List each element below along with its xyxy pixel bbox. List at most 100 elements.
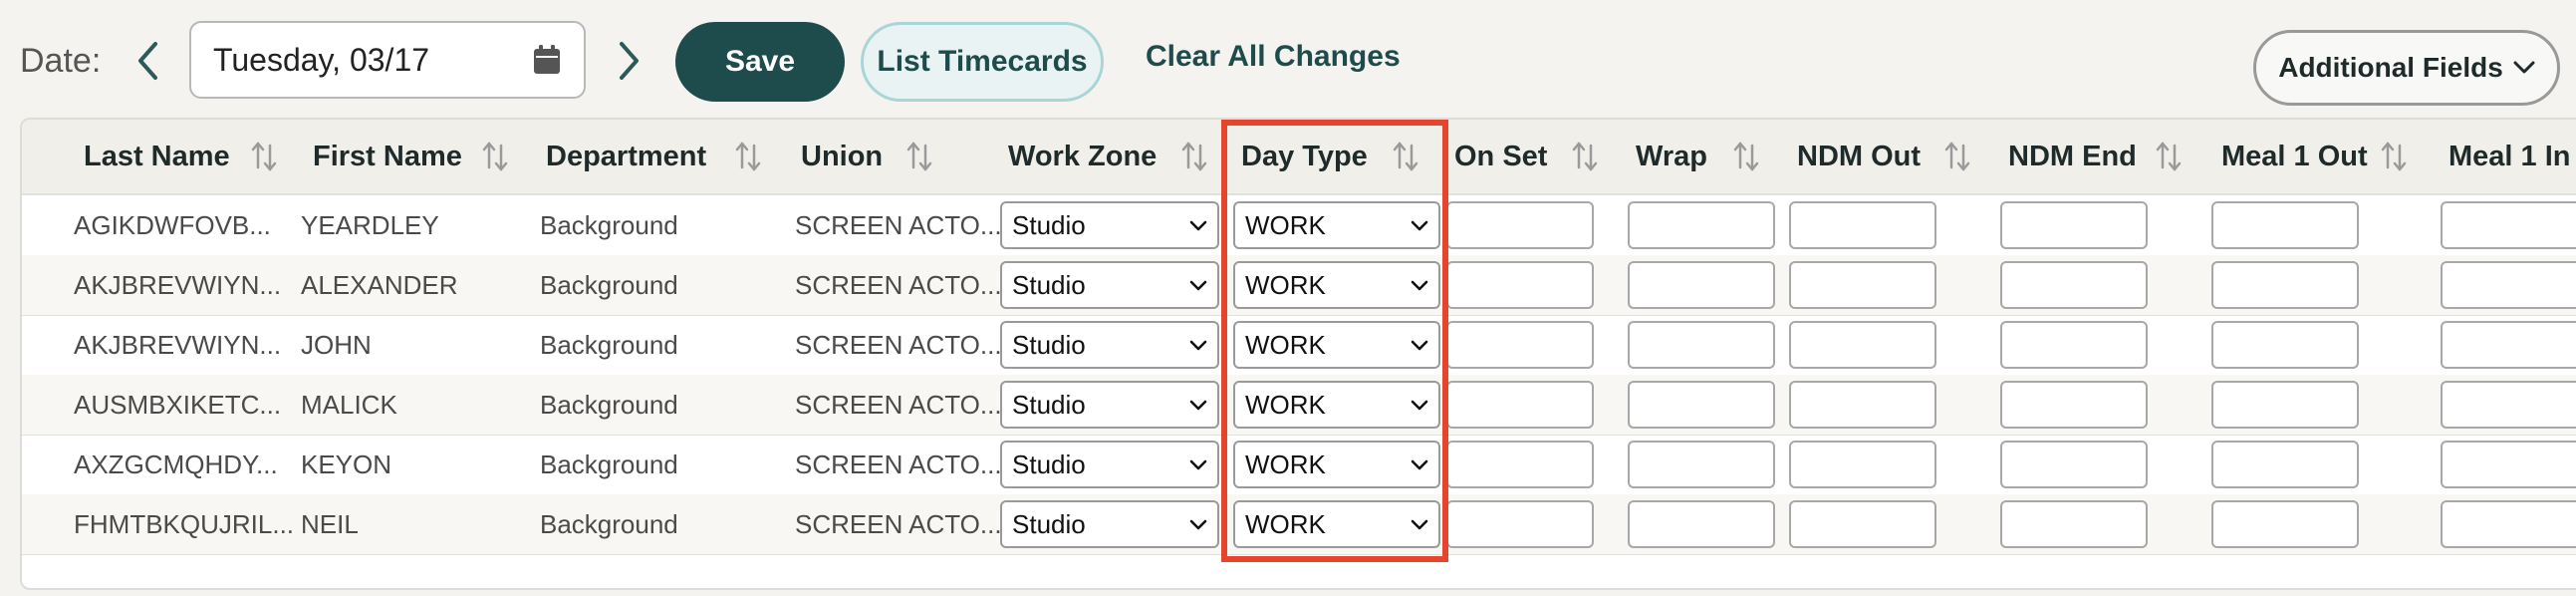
- column-header-ndm-end[interactable]: NDM End: [2008, 120, 2137, 193]
- cell-department: Background: [540, 329, 678, 360]
- ndm-end-input[interactable]: [2000, 261, 2148, 309]
- column-header-first-name[interactable]: First Name: [313, 120, 462, 193]
- day-type-value: WORK: [1245, 448, 1326, 479]
- ndm-out-input[interactable]: [1789, 261, 1936, 309]
- sort-icon[interactable]: [1179, 140, 1209, 173]
- on-set-input[interactable]: [1446, 201, 1594, 249]
- work-zone-select[interactable]: Studio: [1000, 321, 1219, 369]
- cell-union: SCREEN ACTO...: [795, 329, 1002, 360]
- calendar-icon[interactable]: [532, 44, 562, 76]
- work-zone-value: Studio: [1012, 329, 1086, 360]
- previous-day-button[interactable]: [128, 38, 167, 84]
- meal-1-in-input[interactable]: [2441, 261, 2576, 309]
- column-header-meal-1-in[interactable]: Meal 1 In: [2448, 120, 2571, 193]
- day-type-value: WORK: [1245, 389, 1326, 420]
- on-set-input[interactable]: [1446, 321, 1594, 369]
- ndm-out-input[interactable]: [1789, 321, 1936, 369]
- meal-1-in-input[interactable]: [2441, 381, 2576, 429]
- sort-icon[interactable]: [1391, 140, 1420, 173]
- column-header-work-zone[interactable]: Work Zone: [1008, 120, 1157, 193]
- next-day-button[interactable]: [610, 38, 649, 84]
- clear-all-changes-button[interactable]: Clear All Changes: [1146, 40, 1401, 74]
- ndm-end-input[interactable]: [2000, 441, 2148, 488]
- on-set-input[interactable]: [1446, 381, 1594, 429]
- column-header-day-type[interactable]: Day Type: [1241, 120, 1368, 193]
- date-picker-field[interactable]: Tuesday, 03/17: [189, 21, 586, 99]
- ndm-out-input[interactable]: [1789, 441, 1936, 488]
- meal-1-out-input[interactable]: [2211, 381, 2359, 429]
- column-header-meal-1-out[interactable]: Meal 1 Out: [2221, 120, 2368, 193]
- meal-1-in-input[interactable]: [2441, 441, 2576, 488]
- ndm-end-input[interactable]: [2000, 321, 2148, 369]
- work-zone-select[interactable]: Studio: [1000, 381, 1219, 429]
- ndm-end-input[interactable]: [2000, 201, 2148, 249]
- day-type-select[interactable]: WORK: [1233, 441, 1440, 488]
- cell-last-name: AGIKDWFOVB...: [74, 209, 271, 240]
- column-header-last-name[interactable]: Last Name: [84, 120, 230, 193]
- chevron-down-icon: [1411, 280, 1428, 291]
- ndm-end-input[interactable]: [2000, 381, 2148, 429]
- wrap-input[interactable]: [1628, 500, 1775, 548]
- column-header-department[interactable]: Department: [546, 120, 706, 193]
- ndm-out-input[interactable]: [1789, 381, 1936, 429]
- work-zone-value: Studio: [1012, 209, 1086, 240]
- meal-1-in-input[interactable]: [2441, 201, 2576, 249]
- work-zone-select[interactable]: Studio: [1000, 500, 1219, 548]
- sort-icon[interactable]: [2154, 140, 2184, 173]
- cell-first-name: NEIL: [301, 508, 359, 539]
- wrap-input[interactable]: [1628, 381, 1775, 429]
- sort-icon[interactable]: [733, 140, 763, 173]
- sort-icon[interactable]: [2379, 140, 2409, 173]
- sort-icon[interactable]: [480, 140, 510, 173]
- on-set-input[interactable]: [1446, 441, 1594, 488]
- column-header-wrap[interactable]: Wrap: [1636, 120, 1707, 193]
- on-set-input[interactable]: [1446, 261, 1594, 309]
- cell-first-name: KEYON: [301, 448, 392, 479]
- sort-icon[interactable]: [1570, 140, 1600, 173]
- column-header-ndm-out[interactable]: NDM Out: [1797, 120, 1921, 193]
- ndm-end-input[interactable]: [2000, 500, 2148, 548]
- cell-last-name: AUSMBXIKETC...: [74, 389, 282, 420]
- meal-1-out-input[interactable]: [2211, 500, 2359, 548]
- meal-1-out-input[interactable]: [2211, 441, 2359, 488]
- day-type-value: WORK: [1245, 508, 1326, 539]
- on-set-input[interactable]: [1446, 500, 1594, 548]
- meal-1-out-input[interactable]: [2211, 201, 2359, 249]
- work-zone-value: Studio: [1012, 448, 1086, 479]
- column-header-union[interactable]: Union: [801, 120, 883, 193]
- meal-1-out-input[interactable]: [2211, 321, 2359, 369]
- meal-1-in-input[interactable]: [2441, 321, 2576, 369]
- chevron-down-icon: [1411, 220, 1428, 231]
- sort-icon[interactable]: [249, 140, 279, 173]
- wrap-input[interactable]: [1628, 321, 1775, 369]
- column-header-on-set[interactable]: On Set: [1454, 120, 1547, 193]
- day-type-select[interactable]: WORK: [1233, 321, 1440, 369]
- day-type-select[interactable]: WORK: [1233, 261, 1440, 309]
- meal-1-out-input[interactable]: [2211, 261, 2359, 309]
- additional-fields-button[interactable]: Additional Fields: [2253, 30, 2560, 106]
- cell-department: Background: [540, 389, 678, 420]
- cell-last-name: FHMTBKQUJRIL...: [74, 508, 295, 539]
- work-zone-select[interactable]: Studio: [1000, 261, 1219, 309]
- day-type-select[interactable]: WORK: [1233, 381, 1440, 429]
- work-zone-select[interactable]: Studio: [1000, 201, 1219, 249]
- list-timecards-button[interactable]: List Timecards: [861, 22, 1104, 102]
- sort-icon[interactable]: [1942, 140, 1972, 173]
- day-type-select[interactable]: WORK: [1233, 201, 1440, 249]
- additional-fields-label: Additional Fields: [2278, 52, 2503, 83]
- work-zone-select[interactable]: Studio: [1000, 441, 1219, 488]
- sort-icon[interactable]: [1731, 140, 1761, 173]
- ndm-out-input[interactable]: [1789, 500, 1936, 548]
- wrap-input[interactable]: [1628, 441, 1775, 488]
- day-type-value: WORK: [1245, 209, 1326, 240]
- wrap-input[interactable]: [1628, 201, 1775, 249]
- save-button[interactable]: Save: [675, 22, 845, 102]
- wrap-input[interactable]: [1628, 261, 1775, 309]
- cell-last-name: AKJBREVWIYN...: [74, 269, 282, 300]
- table-row: AKJBREVWIYN... ALEXANDER Background SCREEN …: [22, 255, 2576, 316]
- cell-union: SCREEN ACTO...: [795, 269, 1002, 300]
- meal-1-in-input[interactable]: [2441, 500, 2576, 548]
- day-type-select[interactable]: WORK: [1233, 500, 1440, 548]
- ndm-out-input[interactable]: [1789, 201, 1936, 249]
- sort-icon[interactable]: [904, 140, 934, 173]
